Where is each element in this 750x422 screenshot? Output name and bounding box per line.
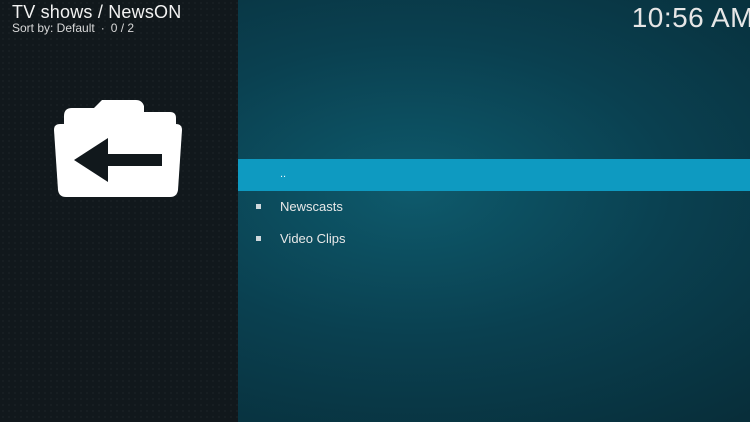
kodi-screen: TV shows / NewsON Sort by: Default · 0 / 2… [0, 0, 750, 422]
list-item-label: Video Clips [280, 231, 346, 246]
file-list: .. Newscasts Video Clips [238, 159, 750, 255]
sort-separator: · [100, 21, 105, 35]
bullet-icon [256, 236, 261, 241]
list-item-label: Newscasts [280, 199, 343, 214]
bullet-icon [256, 204, 261, 209]
list-item-parent[interactable]: .. [238, 159, 750, 191]
side-panel [0, 0, 238, 422]
list-item-video-clips[interactable]: Video Clips [238, 223, 750, 255]
list-item-newscasts[interactable]: Newscasts [238, 191, 750, 223]
page-title: TV shows / NewsON [12, 2, 182, 22]
sort-label[interactable]: Sort by: Default [12, 21, 95, 35]
folder-back-icon[interactable] [52, 98, 184, 198]
sort-status: Sort by: Default · 0 / 2 [12, 21, 134, 35]
list-item-label: .. [280, 168, 287, 180]
item-count: 0 / 2 [110, 21, 135, 35]
clock: 10:56 AM [631, 2, 750, 33]
